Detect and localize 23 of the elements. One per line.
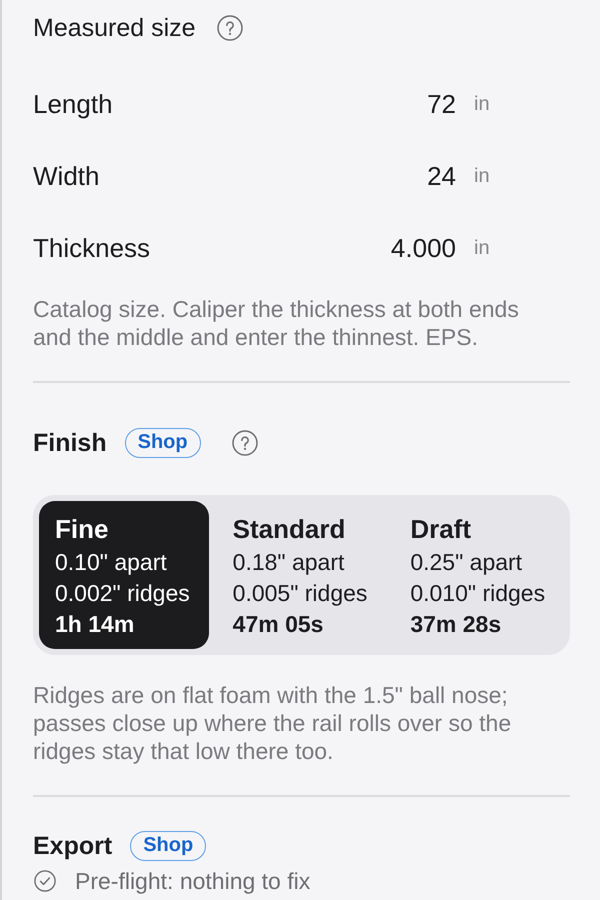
unit-label: in	[474, 164, 490, 189]
check-circle-icon	[34, 870, 56, 892]
measurement-label: Thickness	[33, 232, 152, 264]
measurement-value: 72	[427, 88, 456, 120]
measurement-value: 24	[427, 160, 456, 192]
measurement-label: Width	[33, 160, 100, 192]
help-note: Catalog size. Caliper the thickness at both ends and the middle and enter the thinnest. EPS.	[33, 295, 520, 351]
shop-tag: Shop	[124, 428, 201, 458]
finish-option[interactable]: Fine 0.10" apart 0.002" ridges 1h 14m	[39, 501, 209, 649]
help-note: Ridges are on flat foam with the 1.5" ball nose; passes close up where the rail rolls over so the ridges stay that low there too.	[33, 681, 512, 765]
finish-option[interactable]: Draft 0.25" apart 0.010" ridges 37m 28s	[394, 501, 564, 649]
section-title: Export	[33, 831, 112, 862]
finish-option[interactable]: Standard 0.18" apart 0.005" ridges 47m 05s	[216, 501, 386, 649]
preflight-status: Pre-flight: nothing to fix	[75, 868, 310, 894]
measurement-label: Length	[33, 88, 114, 120]
unit-label: in	[474, 92, 490, 117]
shop-tag: Shop	[130, 831, 206, 861]
section-title: Finish	[33, 428, 107, 459]
help-icon[interactable]	[232, 430, 258, 456]
unit-label: in	[474, 236, 490, 261]
help-icon[interactable]	[216, 15, 243, 41]
section-title: Measured size	[33, 13, 196, 44]
measurement-value: 4.000	[390, 232, 456, 264]
